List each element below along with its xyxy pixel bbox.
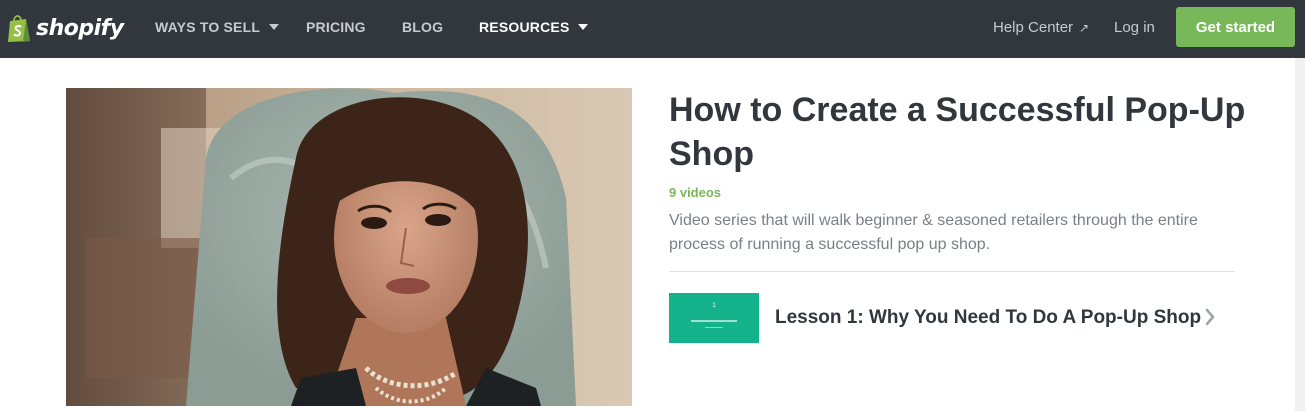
lesson-item[interactable]: 1 Lesson 1: Why You Need To Do A Pop-Up … — [669, 293, 1235, 343]
help-center-label: Help Center — [993, 19, 1074, 36]
divider — [669, 271, 1235, 272]
chevron-right-icon — [1205, 308, 1215, 326]
lesson-thumbnail: 1 — [669, 293, 759, 343]
external-link-icon: ↗ — [1079, 20, 1090, 35]
get-started-button[interactable]: Get started — [1176, 7, 1295, 47]
nav-blog-label: BLOG — [402, 19, 444, 35]
woman-speaking-image — [66, 88, 632, 406]
nav-resources-label: RESOURCES — [479, 19, 570, 35]
page-scrollbar[interactable] — [1295, 58, 1305, 411]
nav-blog[interactable]: BLOG — [402, 19, 443, 35]
shopping-bag-icon — [8, 15, 30, 42]
caret-down-icon — [578, 24, 589, 30]
shopify-logo[interactable]: shopify — [6, 12, 124, 44]
nav-ways-to-sell[interactable]: WAYS TO SELL — [155, 19, 280, 35]
nav-pricing[interactable]: PRICING — [306, 19, 366, 35]
nav-resources[interactable]: RESOURCES — [479, 19, 589, 35]
brand-name: shopify — [36, 15, 124, 41]
series-description: Video series that will walk beginner & s… — [669, 212, 1198, 253]
caret-down-icon — [269, 24, 280, 30]
series-title: How to Create a Successful Pop-Up Shop — [669, 91, 1246, 173]
nav-pricing-label: PRICING — [306, 19, 366, 35]
lesson-thumbnail-number: 1 — [712, 303, 716, 309]
top-navigation-bar: shopify WAYS TO SELL PRICING BLOG RESOUR… — [0, 0, 1305, 58]
video-count: 9 videos — [669, 185, 722, 200]
nav-ways-to-sell-label: WAYS TO SELL — [155, 19, 261, 35]
thumbnail-caption-line — [705, 327, 723, 328]
help-center-link[interactable]: Help Center ↗ — [993, 19, 1089, 36]
login-label: Log in — [1114, 19, 1155, 36]
lesson-title: Lesson 1: Why You Need To Do A Pop-Up Sh… — [775, 307, 1202, 328]
thumbnail-caption-line — [691, 320, 737, 322]
login-link[interactable]: Log in — [1114, 19, 1155, 36]
series-hero-video[interactable] — [66, 88, 632, 406]
